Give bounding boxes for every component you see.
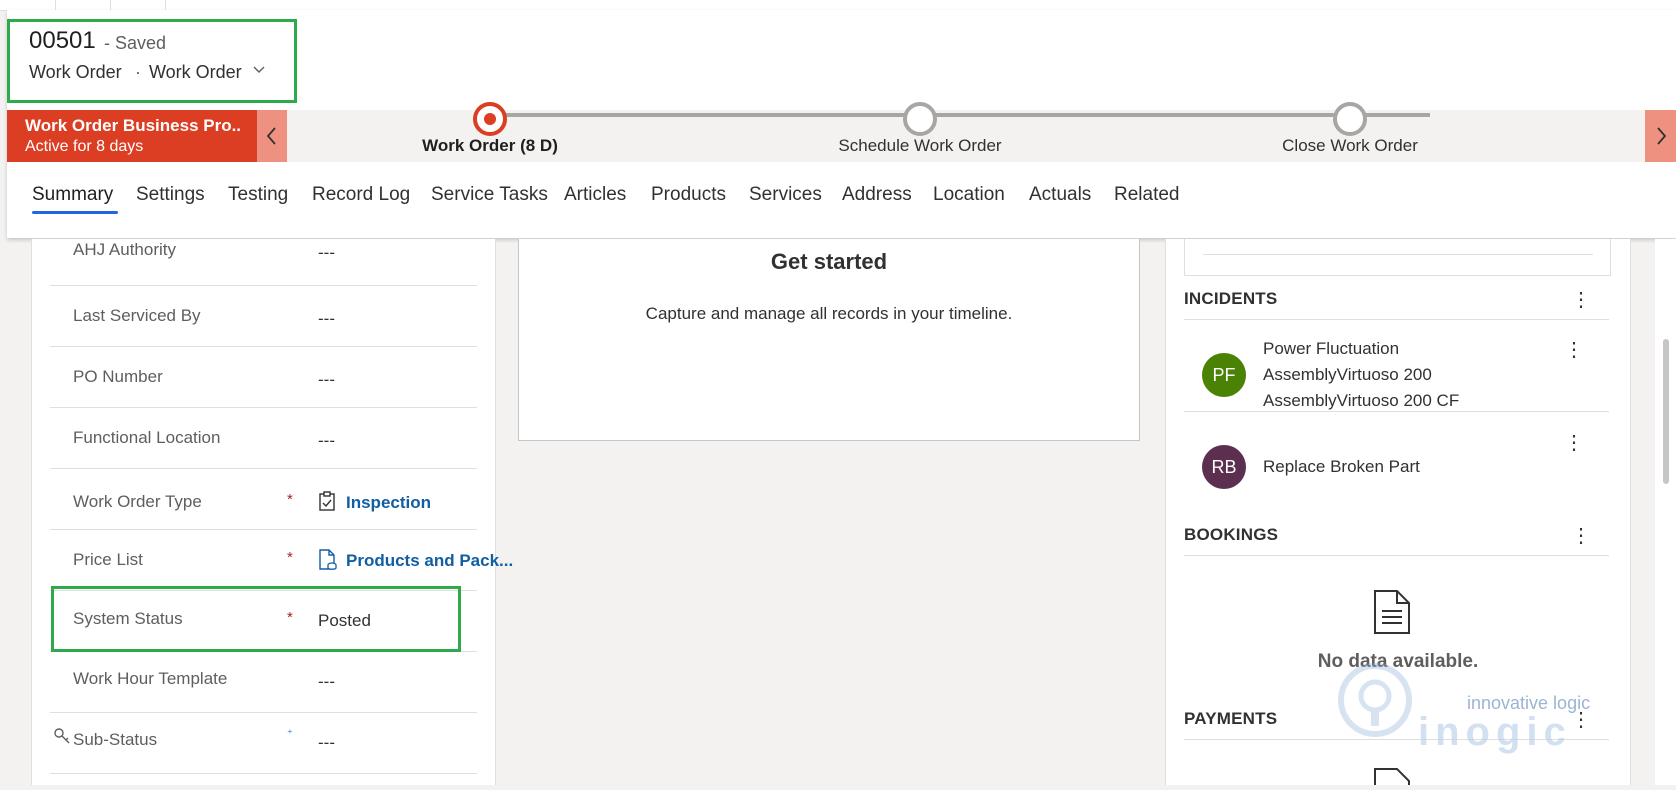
- bpf-process-name[interactable]: Work Order Business Pro... Active for 8 …: [7, 110, 257, 162]
- stage-label-work-order[interactable]: Work Order (8 D): [422, 136, 558, 156]
- field-row-po-number: PO Number ---: [50, 347, 477, 408]
- watermark-brand: inogic: [1418, 710, 1572, 754]
- field-row-work-hour-template: Work Hour Template ---: [50, 652, 477, 713]
- field-row-functional-location: Functional Location ---: [50, 408, 477, 469]
- divider: [1184, 411, 1609, 412]
- incident-name: Power Fluctuation: [1263, 339, 1400, 358]
- document-icon: [1372, 589, 1412, 640]
- tab-location[interactable]: Location: [933, 184, 1005, 206]
- chevron-right-icon: [1656, 127, 1666, 145]
- entity-separator: ·: [135, 62, 141, 82]
- system-status-highlight-box: [51, 586, 461, 652]
- incident-asset: AssemblyVirtuoso 200: [1263, 365, 1432, 384]
- divider: [1184, 319, 1609, 320]
- tab-service-tasks[interactable]: Service Tasks: [431, 184, 548, 206]
- tab-articles[interactable]: Articles: [564, 184, 626, 206]
- timeline-title: Get started: [770, 249, 888, 274]
- document-icon: [318, 549, 338, 576]
- incidents-more-icon[interactable]: ⋮: [1571, 287, 1591, 312]
- field-value[interactable]: ---: [318, 733, 335, 753]
- vertical-scrollbar[interactable]: [1655, 239, 1676, 785]
- stage-indicator[interactable]: [1333, 102, 1367, 136]
- selected-tab-underline: [32, 211, 118, 214]
- tab-record-log[interactable]: Record Log: [312, 184, 410, 206]
- bpf-title: Work Order Business Pro...: [25, 116, 240, 135]
- document-icon: [1372, 767, 1412, 790]
- tab-products[interactable]: Products: [651, 184, 726, 206]
- bpf-duration: Active for 8 days: [25, 138, 144, 155]
- avatar: PF: [1202, 353, 1246, 397]
- field-label: Last Serviced By: [73, 306, 201, 325]
- avatar: RB: [1202, 445, 1246, 489]
- record-number: 00501: [29, 27, 96, 54]
- field-value[interactable]: ---: [318, 243, 335, 263]
- price-list-link[interactable]: Products and Pack...: [346, 551, 513, 571]
- field-row-price-list: Price List * Products and Pack...: [50, 530, 513, 591]
- field-label: PO Number: [73, 367, 163, 386]
- top-tab-stub[interactable]: [0, 0, 56, 10]
- field-label: AHJ Authority: [73, 240, 176, 259]
- incident-item-replace-broken-part[interactable]: Replace Broken Part: [1263, 454, 1420, 480]
- row-more-icon[interactable]: ⋮: [1564, 337, 1584, 362]
- bookings-header: BOOKINGS: [1184, 525, 1279, 544]
- field-row-last-serviced-by: Last Serviced By ---: [50, 286, 477, 347]
- required-indicator: *: [287, 491, 293, 508]
- chevron-left-icon: [266, 127, 276, 145]
- stage-label-schedule-work-order[interactable]: Schedule Work Order: [838, 136, 1001, 156]
- row-more-icon[interactable]: ⋮: [1564, 430, 1584, 455]
- stage-indicator[interactable]: [903, 102, 937, 136]
- field-row-sub-status: Sub-Status ⁺ ---: [50, 713, 477, 774]
- payments-header: PAYMENTS: [1184, 709, 1278, 728]
- field-value[interactable]: ---: [318, 370, 335, 390]
- save-status: - Saved: [104, 33, 167, 53]
- general-section: AHJ Authority --- Last Serviced By --- P…: [31, 239, 513, 785]
- divider: [1203, 254, 1593, 255]
- recommended-indicator: ⁺: [287, 728, 293, 740]
- tab-summary[interactable]: Summary: [32, 184, 113, 206]
- divider: [1184, 555, 1609, 556]
- chevron-down-icon[interactable]: [252, 62, 266, 79]
- lock-icon: [53, 727, 71, 749]
- subgrid-box: [1184, 239, 1611, 276]
- watermark-logo: [1335, 660, 1415, 745]
- incident-item-power-fluctuation[interactable]: Power Fluctuation AssemblyVirtuoso 200 A…: [1263, 336, 1459, 414]
- form-selector[interactable]: Work Order: [149, 62, 242, 83]
- bpf-prev-button[interactable]: [257, 110, 287, 162]
- field-label: Price List: [73, 550, 143, 569]
- field-value[interactable]: ---: [318, 309, 335, 329]
- field-label: Work Order Type: [73, 492, 202, 511]
- stage-active-indicator[interactable]: [473, 102, 507, 136]
- tab-settings[interactable]: Settings: [136, 184, 205, 206]
- field-value[interactable]: ---: [318, 431, 335, 451]
- tab-testing[interactable]: Testing: [228, 184, 288, 206]
- clipboard-icon: [318, 491, 336, 516]
- field-row-work-order-type: Work Order Type * Inspection: [50, 469, 477, 530]
- form-header: 00501 - Saved Work Order · Work Order Wo…: [7, 10, 1676, 238]
- top-tab-stub[interactable]: [110, 0, 166, 10]
- bookings-more-icon[interactable]: ⋮: [1571, 523, 1591, 548]
- field-label: Functional Location: [73, 428, 221, 447]
- incidents-header: INCIDENTS: [1184, 289, 1278, 308]
- required-indicator: *: [287, 549, 293, 566]
- tab-related[interactable]: Related: [1114, 184, 1180, 206]
- timeline-panel: Get started Capture and manage all recor…: [518, 239, 1140, 441]
- bpf-progress-line: [473, 102, 1430, 136]
- timeline-subtitle: Capture and manage all records in your t…: [645, 304, 1013, 323]
- scrollbar-thumb[interactable]: [1663, 339, 1669, 484]
- field-row-ahj-authority: AHJ Authority ---: [50, 239, 477, 286]
- business-process-flow: Work Order Business Pro... Active for 8 …: [7, 102, 1676, 162]
- entity-name: Work Order: [29, 62, 122, 82]
- work-order-type-link[interactable]: Inspection: [346, 493, 431, 513]
- tab-services[interactable]: Services: [749, 184, 822, 206]
- stage-label-close-work-order[interactable]: Close Work Order: [1282, 136, 1418, 156]
- field-label: Work Hour Template: [73, 669, 228, 688]
- field-value[interactable]: ---: [318, 672, 335, 692]
- field-label: Sub-Status: [73, 730, 158, 749]
- top-tab-stub[interactable]: [55, 0, 111, 10]
- bpf-next-button[interactable]: [1645, 110, 1676, 162]
- tab-address[interactable]: Address: [842, 184, 912, 206]
- tab-actuals[interactable]: Actuals: [1029, 184, 1091, 206]
